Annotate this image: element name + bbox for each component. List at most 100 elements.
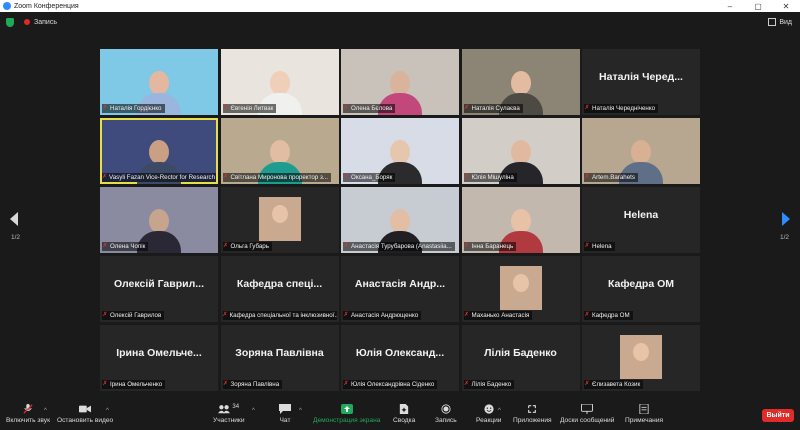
participant-name: Helena bbox=[592, 243, 612, 250]
participant-name-label: ✗ Олексій Гаврилов bbox=[102, 311, 165, 320]
participant-tile[interactable]: Олексій Гаврил... ✗ Олексій Гаврилов bbox=[100, 256, 218, 322]
participant-name-label: ✗ Олена Бєлова bbox=[343, 104, 396, 113]
participant-name-label: ✗ Ірина Омельченко bbox=[102, 380, 166, 389]
muted-mic-icon: ✗ bbox=[102, 105, 108, 111]
leave-button[interactable]: Выйти bbox=[762, 409, 794, 422]
minimize-button[interactable]: – bbox=[716, 2, 744, 11]
share-screen-button[interactable]: Демонстрация экрана bbox=[313, 404, 380, 424]
muted-mic-icon: ✗ bbox=[584, 312, 590, 318]
participant-name-label: ✗ Юлія Мішуліна bbox=[463, 173, 517, 182]
muted-mic-icon: ✗ bbox=[584, 243, 590, 249]
participant-name-label: ✗ Vasyli Fazan Vice-Rector for Research bbox=[102, 173, 216, 182]
participants-label: Участники bbox=[213, 417, 245, 424]
record-button[interactable]: Запись bbox=[435, 404, 457, 424]
participants-button[interactable]: 34 Участники bbox=[213, 404, 245, 424]
profile-picture bbox=[620, 335, 662, 379]
participant-tile[interactable]: Кафедра ОМ ✗ Кафедра ОМ bbox=[582, 256, 700, 322]
participant-tile[interactable]: ✗ Ольга Губарь bbox=[220, 187, 339, 253]
participant-display-name: Олексій Гаврил... bbox=[113, 278, 205, 290]
view-button[interactable]: Вид bbox=[768, 18, 792, 26]
stop-video-button[interactable]: Остановить видео bbox=[57, 404, 113, 424]
maximize-button[interactable]: ▢ bbox=[744, 2, 772, 11]
participant-tile[interactable]: ✗ Євгенія Литвак bbox=[220, 49, 339, 115]
apps-button[interactable]: Приложения bbox=[513, 404, 552, 424]
recording-indicator[interactable]: Запись bbox=[24, 19, 57, 26]
participant-name: Юлія Олександрівна Сіденко bbox=[351, 381, 435, 388]
page-indicator-left: 1/2 bbox=[11, 234, 21, 241]
participant-tile[interactable]: ✗ Анастасія Турубарова (Anastasiia... bbox=[341, 187, 459, 253]
window-controls: – ▢ ✕ bbox=[716, 2, 800, 11]
previous-page-arrow-icon[interactable] bbox=[9, 212, 19, 226]
video-options-chevron-icon[interactable]: ^ bbox=[106, 408, 109, 414]
participant-name: Vasyli Fazan Vice-Rector for Research bbox=[109, 174, 216, 181]
zoom-app-icon bbox=[3, 2, 11, 10]
participant-name: Наталія Гордієнко bbox=[110, 105, 162, 112]
next-page-arrow-icon[interactable] bbox=[781, 212, 791, 226]
participant-tile[interactable]: Ірина Омельче... ✗ Ірина Омельченко bbox=[100, 325, 218, 391]
participant-tile[interactable]: ✗ Світлана Миронова проректор з... bbox=[220, 118, 339, 184]
participant-name: Єлизавета Козик bbox=[592, 381, 641, 388]
muted-mic-icon: ✗ bbox=[463, 174, 470, 180]
audio-options-chevron-icon[interactable]: ^ bbox=[44, 408, 47, 414]
muted-mic-icon: ✗ bbox=[463, 312, 470, 318]
participant-name-label: ✗ Інна Баранець bbox=[463, 242, 517, 251]
meeting-toolbar: Включить звук ^ Остановить видео ^ 34 Уч… bbox=[0, 398, 800, 430]
unmute-button[interactable]: Включить звук bbox=[6, 404, 50, 424]
profile-picture bbox=[258, 197, 301, 241]
participants-count: 34 bbox=[232, 404, 240, 410]
participant-name: Ірина Омельченко bbox=[110, 381, 163, 388]
muted-mic-icon: ✗ bbox=[102, 312, 108, 318]
participant-tile[interactable]: ✗ Artem.Barahets bbox=[582, 118, 700, 184]
muted-mic-icon: ✗ bbox=[222, 381, 229, 387]
participant-tile[interactable]: Юлія Олександ... ✗ Юлія Олександрівна Сіде… bbox=[341, 325, 459, 391]
chat-button[interactable]: Чат bbox=[279, 404, 291, 424]
muted-mic-icon: ✗ bbox=[343, 243, 349, 249]
chat-label: Чат bbox=[279, 417, 291, 424]
reactions-button[interactable]: Реакции bbox=[476, 404, 501, 424]
whiteboards-button[interactable]: Доски сообщений bbox=[560, 404, 614, 424]
participant-tile[interactable]: ✗ Олена Бєлова bbox=[341, 49, 459, 115]
muted-mic-icon: ✗ bbox=[222, 243, 229, 249]
participant-tile[interactable]: Наталія Черед... ✗ Наталія Чередніченко bbox=[582, 49, 700, 115]
whiteboards-label: Доски сообщений bbox=[560, 417, 615, 424]
participant-tile[interactable]: ✗ Юлія Мішуліна bbox=[461, 118, 580, 184]
participants-options-chevron-icon[interactable]: ^ bbox=[252, 408, 255, 414]
notes-button[interactable]: Примечания bbox=[625, 404, 663, 424]
summary-button[interactable]: Сводка bbox=[393, 404, 415, 424]
apps-label: Приложения bbox=[513, 417, 552, 424]
close-button[interactable]: ✕ bbox=[772, 2, 800, 11]
chat-options-chevron-icon[interactable]: ^ bbox=[299, 408, 302, 414]
participant-tile[interactable]: ✗ Олена Чопік bbox=[100, 187, 218, 253]
participant-tile[interactable]: Зоряна Павлівна ✗ Зоряна Павлівна bbox=[220, 325, 339, 391]
participant-tile[interactable]: ✗ Наталія Сулаєва bbox=[461, 49, 580, 115]
participant-tile[interactable]: ✗ Наталія Гордієнко bbox=[100, 49, 218, 115]
participant-tile[interactable]: Helena ✗ Helena bbox=[582, 187, 700, 253]
muted-microphone-icon bbox=[23, 404, 33, 414]
participant-name: Ольга Губарь bbox=[230, 243, 269, 250]
muted-mic-icon: ✗ bbox=[584, 105, 590, 111]
muted-mic-icon: ✗ bbox=[584, 174, 590, 180]
participant-tile[interactable]: Анастасія Андр... ✗ Анастасія Андрющенко bbox=[341, 256, 459, 322]
participant-name: Олена Бєлова bbox=[351, 105, 393, 112]
participant-tile[interactable]: ✗ Оксана_Боряк bbox=[341, 118, 459, 184]
muted-mic-icon: ✗ bbox=[102, 243, 108, 249]
participant-name: Світлана Миронова проректор з... bbox=[230, 174, 328, 181]
shield-icon[interactable] bbox=[6, 17, 14, 27]
participant-display-name: Зоряна Павлівна bbox=[235, 347, 324, 359]
participant-display-name: Юлія Олександ... bbox=[355, 347, 445, 359]
participant-name-label: ✗ Кафедра ОМ bbox=[584, 311, 633, 320]
participant-tile[interactable]: Кафедра спеці... ✗ Кафедра спеціальної та … bbox=[220, 256, 339, 322]
participant-name: Кафедра спеціальної та інклюзивної... bbox=[229, 312, 337, 319]
reactions-options-chevron-icon[interactable]: ^ bbox=[498, 408, 501, 414]
muted-mic-icon: ✗ bbox=[343, 312, 349, 318]
participant-name: Олена Чопік bbox=[110, 243, 146, 250]
muted-mic-icon: ✗ bbox=[102, 381, 108, 387]
participant-tile[interactable]: ✗ Єлизавета Козик bbox=[582, 325, 700, 391]
participant-tile[interactable]: Лілія Баденко ✗ Лілія Баденко bbox=[461, 325, 580, 391]
participant-tile[interactable]: ✗ Vasyli Fazan Vice-Rector for Research bbox=[100, 118, 218, 184]
participant-tile[interactable]: ✗ Маханько Анастасія bbox=[461, 256, 580, 322]
participant-name-label: ✗ Анастасія Андрющенко bbox=[343, 311, 422, 320]
participant-name: Маханько Анастасія bbox=[471, 312, 530, 319]
participant-tile[interactable]: ✗ Інна Баранець bbox=[461, 187, 580, 253]
participant-name: Анастасія Турубарова (Anastasiia... bbox=[351, 243, 452, 250]
